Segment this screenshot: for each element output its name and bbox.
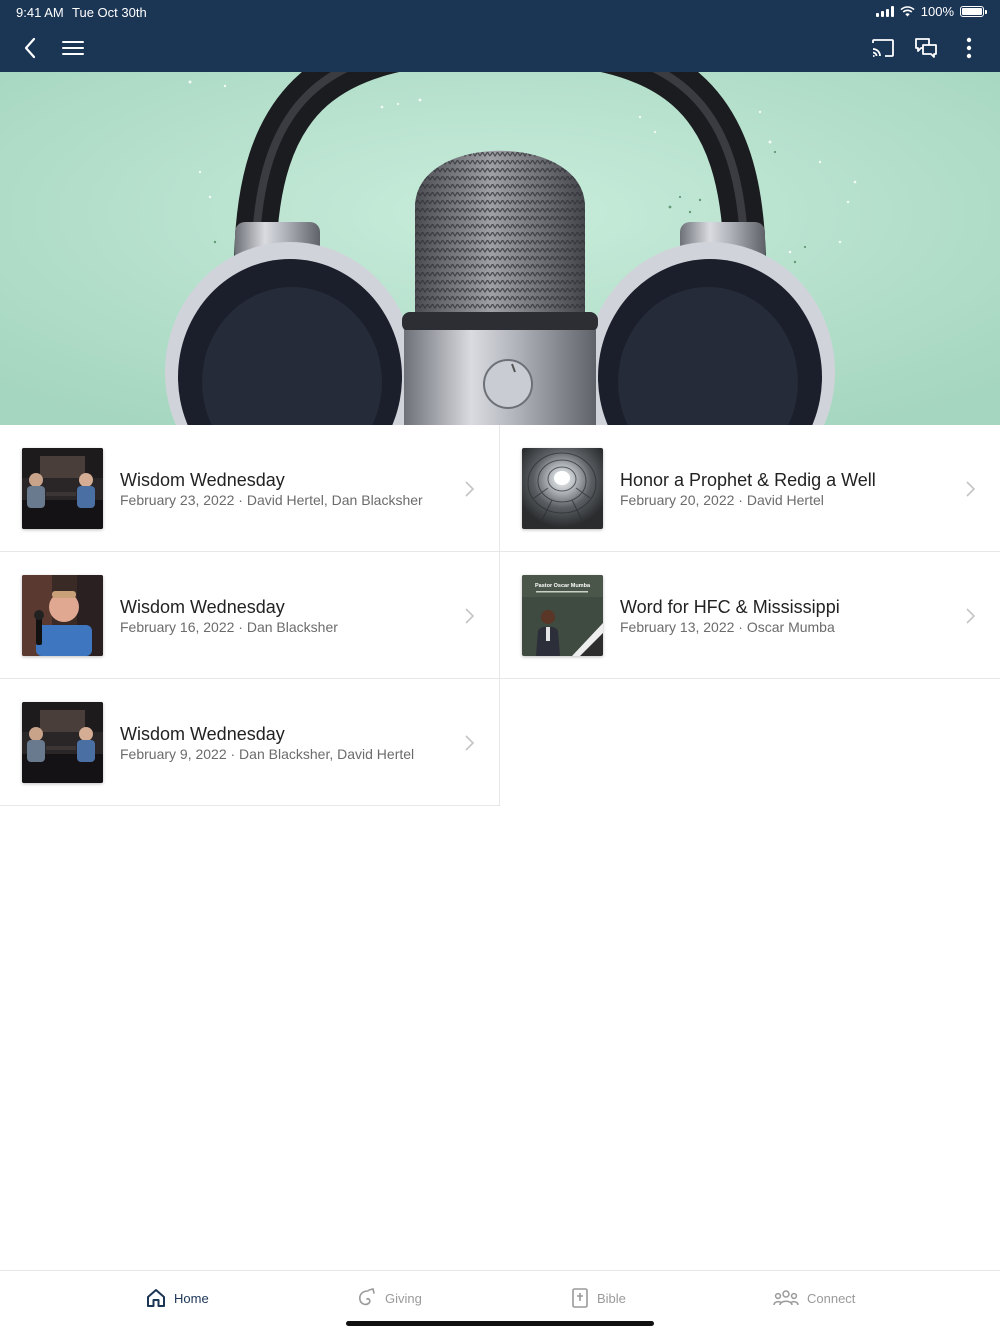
menu-button[interactable] — [53, 28, 93, 68]
tab-giving[interactable]: Giving — [357, 1283, 422, 1313]
sermon-thumbnail: Pastor Oscar Mumba — [522, 575, 603, 656]
status-date: Tue Oct 30th — [72, 5, 147, 20]
home-indicator — [346, 1321, 654, 1326]
item-title: Wisdom Wednesday — [120, 597, 285, 617]
nav-bar — [0, 28, 1000, 68]
more-options-button[interactable] — [949, 28, 989, 68]
chevron-right-icon — [465, 735, 475, 751]
tab-label: Bible — [597, 1290, 626, 1306]
list-item[interactable]: Wisdom Wednesday February 9, 2022 · Dan … — [0, 679, 500, 806]
battery-percent: 100% — [920, 4, 954, 19]
item-title: Wisdom Wednesday — [120, 470, 285, 490]
item-subtitle: February 20, 2022 · David Hertel — [620, 492, 824, 508]
list-item[interactable]: Pastor Oscar Mumba Word for HFC & Missis… — [500, 552, 1000, 679]
sermon-thumbnail — [22, 702, 103, 783]
chevron-left-icon — [24, 37, 36, 59]
hamburger-menu-icon — [62, 41, 84, 55]
sermon-thumbnail — [22, 448, 103, 529]
more-vertical-icon — [966, 37, 972, 59]
status-bar: 9:41 AM Tue Oct 30th 100% — [0, 0, 1000, 24]
tab-home[interactable]: Home — [146, 1283, 209, 1313]
list-item[interactable]: Wisdom Wednesday February 23, 2022 · Dav… — [0, 425, 500, 552]
chat-button[interactable] — [906, 28, 946, 68]
status-time: 9:41 AM — [16, 5, 64, 20]
chat-bubbles-icon — [915, 38, 937, 58]
thumbnail-caption: Pastor Oscar Mumba — [535, 583, 591, 589]
item-subtitle: February 23, 2022 · David Hertel, Dan Bl… — [120, 492, 423, 508]
sermon-thumbnail — [522, 448, 603, 529]
tab-label: Home — [174, 1290, 209, 1306]
hero-banner-image — [0, 72, 1000, 425]
chevron-right-icon — [966, 481, 976, 497]
people-icon — [773, 1290, 799, 1306]
tab-label: Giving — [385, 1290, 422, 1306]
bible-icon — [572, 1288, 588, 1308]
tab-bible[interactable]: Bible — [571, 1283, 626, 1313]
cast-button[interactable] — [863, 28, 903, 68]
item-title: Word for HFC & Mississippi — [620, 597, 840, 617]
list-item[interactable]: Wisdom Wednesday February 16, 2022 · Dan… — [0, 552, 500, 679]
chevron-right-icon — [465, 481, 475, 497]
chevron-right-icon — [966, 608, 976, 624]
app-header: 9:41 AM Tue Oct 30th 100% — [0, 0, 1000, 72]
back-button[interactable] — [10, 28, 50, 68]
home-icon — [147, 1289, 165, 1307]
item-subtitle: February 16, 2022 · Dan Blacksher — [120, 619, 338, 635]
item-title: Wisdom Wednesday — [120, 724, 285, 744]
item-subtitle: February 13, 2022 · Oscar Mumba — [620, 619, 835, 635]
chevron-right-icon — [465, 608, 475, 624]
sermon-thumbnail — [22, 575, 103, 656]
cellular-signal-icon — [875, 6, 894, 17]
status-indicators: 100% — [875, 4, 987, 19]
tab-connect[interactable]: Connect — [773, 1283, 855, 1313]
battery-icon — [960, 6, 987, 17]
tab-label: Connect — [807, 1290, 856, 1306]
wifi-icon — [900, 6, 915, 17]
list-item[interactable]: Honor a Prophet & Redig a Well February … — [500, 425, 1000, 552]
item-title: Honor a Prophet & Redig a Well — [620, 470, 876, 490]
cast-icon — [872, 39, 894, 57]
item-subtitle: February 9, 2022 · Dan Blacksher, David … — [120, 746, 415, 762]
giving-icon — [359, 1288, 375, 1306]
